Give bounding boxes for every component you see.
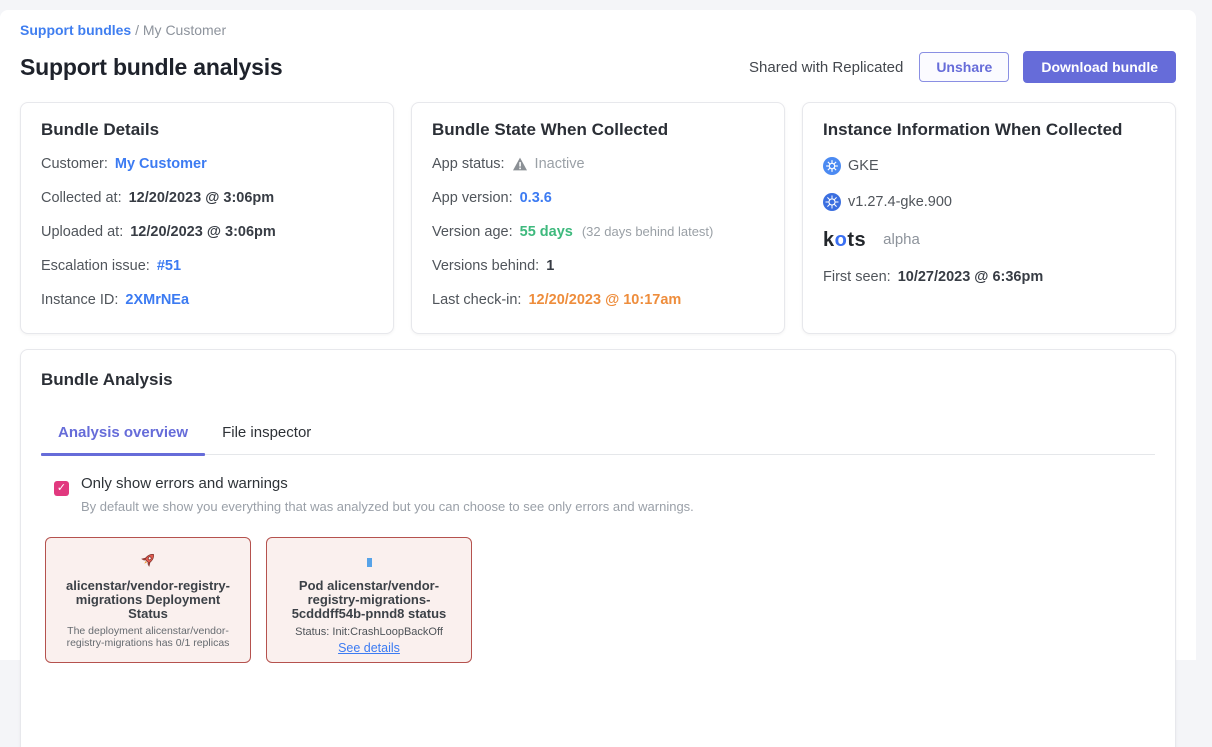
app-status-label: App status: [432,154,505,174]
errors-filter-label: Only show errors and warnings [81,475,694,492]
download-bundle-button[interactable]: Download bundle [1023,51,1176,83]
escalation-issue-link[interactable]: #51 [157,256,181,276]
main-panel: Support bundles / My Customer Support bu… [0,10,1196,660]
last-checkin-label: Last check-in: [432,290,521,310]
app-version-link[interactable]: 0.3.6 [520,188,552,208]
version-age-value: 55 days [520,222,573,242]
kubernetes-version-icon [823,193,841,211]
shared-status-text: Shared with Replicated [749,59,903,76]
uploaded-at-value: 12/20/2023 @ 3:06pm [130,222,276,242]
result-message: The deployment alicenstar/vendor-registr… [56,626,240,649]
first-seen-label: First seen: [823,267,891,287]
analyzer-results: alicenstar/vendor-registry-migrations De… [45,537,1155,663]
versions-behind-value: 1 [546,256,554,276]
bundle-analysis-title: Bundle Analysis [21,350,1175,390]
bundle-details-card: Bundle Details Customer: My Customer Col… [20,102,394,334]
bundle-state-title: Bundle State When Collected [432,120,764,140]
analyzer-result-card-pod[interactable]: Pod alicenstar/vendor-registry-migration… [266,537,472,663]
version-age-note: (32 days behind latest) [582,222,714,242]
kots-channel-label: alpha [883,230,920,250]
gke-distribution-icon [823,157,841,175]
summary-cards-row: Bundle Details Customer: My Customer Col… [0,102,1196,334]
collected-at-label: Collected at: [41,188,122,208]
distribution-value: GKE [848,156,879,176]
breadcrumb-separator: / [135,22,143,38]
instance-info-title: Instance Information When Collected [823,120,1155,140]
bundle-details-title: Bundle Details [41,120,373,140]
errors-filter-row: ✓ Only show errors and warnings By defau… [54,475,1155,514]
kots-logo: kots [823,230,866,250]
breadcrumb: Support bundles / My Customer [0,10,1196,38]
result-status: Status: Init:CrashLoopBackOff [277,626,461,638]
see-details-link[interactable]: See details [338,641,400,655]
header-actions: Shared with Replicated Unshare Download … [749,51,1176,83]
app-version-label: App version: [432,188,513,208]
collected-at-value: 12/20/2023 @ 3:06pm [129,188,275,208]
result-title: Pod alicenstar/vendor-registry-migration… [277,579,461,621]
errors-filter-description: By default we show you everything that w… [81,499,694,514]
tab-file-inspector[interactable]: File inspector [205,414,328,454]
page-title: Support bundle analysis [20,54,283,81]
tab-analysis-overview[interactable]: Analysis overview [41,414,205,454]
warning-icon [512,157,528,171]
analyzer-result-card-deployment[interactable]: alicenstar/vendor-registry-migrations De… [45,537,251,663]
escalation-issue-label: Escalation issue: [41,256,150,276]
customer-link[interactable]: My Customer [115,154,207,174]
breadcrumb-support-bundles-link[interactable]: Support bundles [20,22,131,38]
customer-label: Customer: [41,154,108,174]
instance-id-label: Instance ID: [41,290,118,310]
result-title: alicenstar/vendor-registry-migrations De… [56,579,240,621]
bundle-state-card: Bundle State When Collected App status: … [411,102,785,334]
instance-info-card: Instance Information When Collected GKE … [802,102,1176,334]
last-checkin-value: 12/20/2023 @ 10:17am [528,290,681,310]
version-age-label: Version age: [432,222,513,242]
first-seen-value: 10/27/2023 @ 6:36pm [898,267,1044,287]
breadcrumb-current: My Customer [143,22,226,38]
errors-filter-checkbox[interactable]: ✓ [54,481,69,496]
instance-id-link[interactable]: 2XMrNEa [125,290,189,310]
app-status-value: Inactive [535,154,585,174]
pod-icon [367,558,372,567]
rocket-icon [139,551,157,574]
analysis-tabs: Analysis overview File inspector [41,414,1155,455]
versions-behind-label: Versions behind: [432,256,539,276]
uploaded-at-label: Uploaded at: [41,222,123,242]
page-header: Support bundle analysis Shared with Repl… [0,51,1196,83]
k8s-version-value: v1.27.4-gke.900 [848,192,952,212]
unshare-button[interactable]: Unshare [919,52,1009,82]
bundle-analysis-card: Bundle Analysis Analysis overview File i… [20,349,1176,747]
